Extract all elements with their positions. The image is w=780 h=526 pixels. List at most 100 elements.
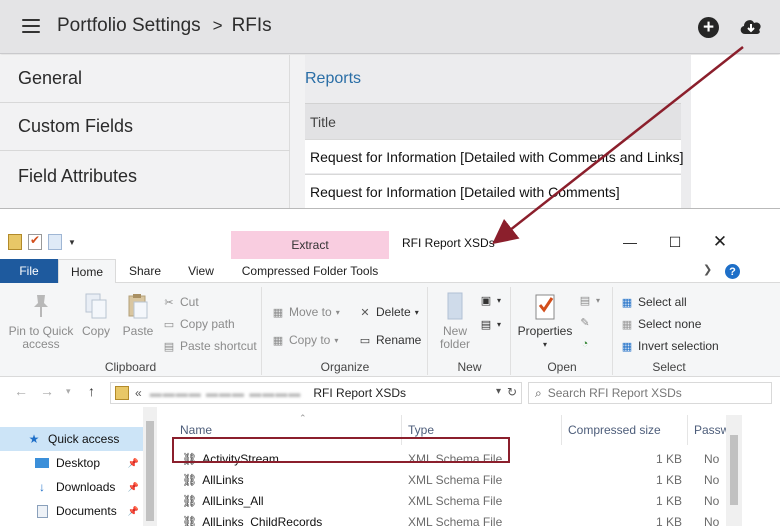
nav-item-desktop[interactable]: Desktop 📌	[0, 451, 143, 475]
sidebar-item-general[interactable]: General	[0, 55, 290, 103]
history-button[interactable]: ◔	[578, 337, 592, 351]
move-to-label: Move to	[289, 305, 332, 319]
copy-button[interactable]: Copy	[78, 291, 114, 338]
breadcrumb-section[interactable]: Portfolio Settings	[57, 15, 201, 36]
properties-button[interactable]: Properties ▾	[516, 291, 574, 351]
properties-check-icon[interactable]	[28, 233, 42, 250]
tab-home[interactable]: Home	[58, 259, 116, 284]
column-header-type[interactable]: Type	[402, 415, 562, 445]
nav-item-quick-access[interactable]: ★ Quick access	[0, 427, 143, 451]
nav-label: Quick access	[48, 432, 120, 446]
paste-button[interactable]: Paste	[120, 291, 156, 338]
tab-view[interactable]: View	[176, 259, 226, 283]
nav-item-downloads[interactable]: ↓ Downloads 📌	[0, 475, 143, 499]
report-row[interactable]: Request for Information [Detailed with C…	[305, 174, 681, 208]
new-folder-button[interactable]: New folder	[435, 291, 475, 351]
move-to-button[interactable]: ▦ Move to ▾	[271, 305, 340, 319]
select-all-button[interactable]: ▦ Select all	[620, 295, 687, 309]
address-row: ← → ▾ ↑ « ▬▬▬▬ ▬▬▬ ▬▬▬▬ RFI Report XSDs …	[0, 377, 780, 407]
delete-button[interactable]: ✕ Delete ▾	[358, 305, 418, 319]
file-size: 1 KB	[655, 494, 682, 508]
move-to-icon: ▦	[272, 306, 284, 319]
customize-toolbar-arrow-icon[interactable]: ▼	[68, 238, 76, 247]
file-list: ⌃ Name Type Compressed size Passw ⛓ Activ…	[160, 407, 780, 526]
new-folder-icon[interactable]	[48, 234, 62, 250]
nav-scrollbar[interactable]	[143, 407, 157, 526]
plus-circle-icon[interactable]: +	[698, 17, 719, 38]
column-header-name[interactable]: ⌃ Name	[174, 413, 402, 445]
paste-label: Paste	[122, 324, 154, 338]
new-item-icon: ▣	[480, 294, 492, 307]
edit-button[interactable]: ✎	[578, 315, 592, 329]
extract-context-tab[interactable]: Extract	[231, 231, 389, 259]
address-current[interactable]: RFI Report XSDs	[313, 386, 406, 400]
pin-icon[interactable]: 📌	[128, 506, 139, 517]
cut-button[interactable]: ✂ Cut	[162, 295, 199, 309]
back-arrow-icon[interactable]: ←	[14, 383, 28, 399]
paste-shortcut-icon: ▤	[163, 340, 175, 353]
rename-button[interactable]: ▭ Rename	[358, 333, 422, 347]
reports-column-title[interactable]: Title	[305, 103, 681, 139]
xml-schema-icon: ⛓	[182, 473, 198, 487]
breadcrumb-separator: >	[212, 16, 223, 35]
close-icon[interactable]: ✕	[705, 231, 735, 253]
address-overflow[interactable]: «	[135, 386, 142, 400]
address-bar[interactable]: « ▬▬▬▬ ▬▬▬ ▬▬▬▬ RFI Report XSDs ▾ ↻	[110, 382, 522, 404]
copy-path-button[interactable]: ▭ Copy path	[162, 317, 235, 331]
refresh-icon[interactable]: ↻	[507, 385, 517, 399]
nav-scroll-thumb[interactable]	[146, 421, 154, 521]
forward-arrow-icon[interactable]: →	[40, 383, 54, 399]
pin-to-quick-access-button[interactable]: Pin to Quick access	[6, 291, 76, 351]
zip-folder-icon	[115, 386, 129, 400]
cloud-download-icon[interactable]	[738, 16, 764, 38]
tab-compressed-folder-tools[interactable]: Compressed Folder Tools	[231, 259, 389, 283]
collapse-ribbon-chevron-icon[interactable]: ❯	[703, 263, 712, 276]
select-none-button[interactable]: ▦ Select none	[620, 317, 702, 331]
report-row[interactable]: Request for Information [Detailed with C…	[305, 139, 684, 173]
help-icon[interactable]: ?	[725, 264, 740, 279]
column-header-compressed-size[interactable]: Compressed size	[562, 415, 688, 445]
maximize-icon[interactable]: ☐	[660, 231, 690, 253]
nav-label: Downloads	[56, 480, 116, 494]
nav-item-documents[interactable]: Documents 📌	[0, 499, 143, 523]
recent-locations-icon[interactable]: ▾	[66, 386, 71, 397]
open-group-label: Open	[547, 360, 577, 374]
invert-selection-button[interactable]: ▦ Invert selection	[620, 339, 719, 353]
download-arrow-icon: ↓	[39, 480, 45, 494]
pin-icon[interactable]: 📌	[128, 458, 139, 469]
file-list-scroll-thumb[interactable]	[730, 435, 738, 505]
new-folder-icon	[441, 291, 469, 321]
copy-to-label: Copy to	[289, 333, 331, 347]
pin-icon[interactable]: 📌	[128, 482, 139, 493]
select-group-label: Select	[652, 360, 686, 374]
tab-share[interactable]: Share	[120, 259, 170, 283]
new-item-button[interactable]: ▣ ▾	[479, 293, 501, 307]
file-row[interactable]: ⛓ AllLinks_ChildRecords XML Schema File 1…	[174, 512, 734, 526]
file-list-scrollbar[interactable]	[726, 415, 742, 526]
up-arrow-icon[interactable]: ↑	[88, 383, 95, 399]
minimize-icon[interactable]: —	[615, 231, 645, 253]
pin-icon	[27, 291, 55, 321]
search-box[interactable]: ⌕ Search RFI Report XSDs	[528, 382, 772, 404]
select-group: ▦ Select all ▦ Select none ▦ Invert selecti…	[614, 287, 724, 375]
open-button[interactable]: ▤ ▾	[578, 293, 600, 307]
easy-access-button[interactable]: ▤ ▾	[479, 317, 501, 331]
tab-file[interactable]: File	[0, 259, 58, 283]
hamburger-menu-icon[interactable]	[22, 19, 40, 33]
sidebar-item-custom-fields[interactable]: Custom Fields	[0, 103, 290, 151]
rename-label: Rename	[376, 333, 422, 347]
paste-shortcut-label: Paste shortcut	[180, 339, 257, 353]
address-dropdown-icon[interactable]: ▾	[496, 386, 501, 397]
column-header-password[interactable]: Passw	[688, 415, 729, 445]
explorer-titlebar: ▼ Extract RFI Report XSDs — ☐ ✕	[0, 209, 780, 259]
cut-label: Cut	[180, 295, 199, 309]
file-row[interactable]: ⛓ AllLinks XML Schema File 1 KB No	[174, 470, 734, 491]
paste-shortcut-button[interactable]: ▤ Paste shortcut	[162, 339, 257, 353]
sidebar-item-field-attributes[interactable]: Field Attributes	[0, 152, 290, 200]
file-row[interactable]: ⛓ ActivityStream XML Schema File 1 KB No	[174, 449, 734, 470]
file-row[interactable]: ⛓ AllLinks_All XML Schema File 1 KB No	[174, 491, 734, 512]
delete-x-icon: ✕	[360, 306, 370, 319]
file-name-cell: ⛓ ActivityStream	[182, 452, 279, 466]
copy-to-button[interactable]: ▦ Copy to ▾	[271, 333, 339, 347]
organize-group-label: Organize	[320, 360, 370, 374]
